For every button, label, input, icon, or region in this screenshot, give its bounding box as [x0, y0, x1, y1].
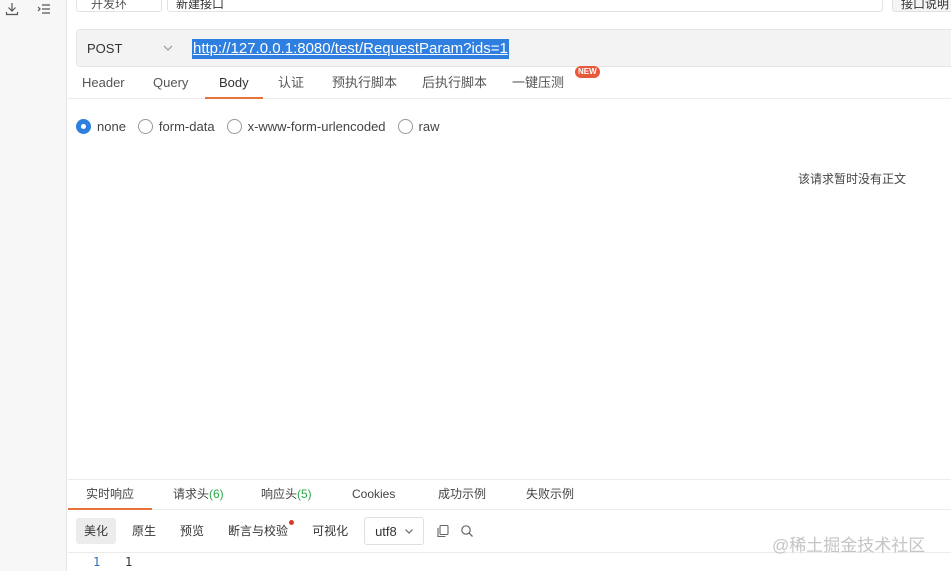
visualize-button[interactable]: 可视化 — [304, 518, 356, 544]
request-editor: 开发环 新建接口 接口说明 POST http://127.0.0.1:8080… — [67, 0, 951, 571]
radio-unchecked-icon — [137, 118, 153, 134]
method-select[interactable]: POST — [77, 30, 183, 66]
tab-cookies[interactable]: Cookies — [352, 480, 395, 509]
body-type-none-radio[interactable]: none — [76, 118, 126, 134]
tab-header[interactable]: Header — [82, 68, 125, 98]
encoding-label: utf8 — [375, 523, 397, 539]
api-name-input[interactable]: 新建接口 — [167, 0, 883, 12]
url-input[interactable]: http://127.0.0.1:8080/test/RequestParam?… — [192, 39, 509, 59]
copy-icon[interactable] — [432, 520, 454, 542]
body-type-form-data-radio[interactable]: form-data — [137, 118, 215, 134]
radio-label: x-www-form-urlencoded — [247, 118, 386, 134]
url-bar: POST http://127.0.0.1:8080/test/RequestP… — [76, 29, 951, 67]
top-row: 开发环 新建接口 接口说明 — [76, 0, 951, 12]
line-number: 1 — [93, 555, 101, 569]
body-type-raw-radio[interactable]: raw — [397, 118, 440, 134]
radio-unchecked-icon — [226, 118, 242, 134]
chevron-down-icon — [161, 41, 175, 55]
tab-label: 请求头 — [173, 487, 210, 501]
tab-failure-example[interactable]: 失败示例 — [526, 480, 574, 509]
count-badge: (5) — [297, 487, 312, 501]
tab-pre-script[interactable]: 预执行脚本 — [332, 68, 397, 98]
body-type-urlencoded-radio[interactable]: x-www-form-urlencoded — [226, 118, 386, 134]
body-type-group: none form-data x-www-form-urlencoded raw — [76, 117, 452, 135]
download-icon[interactable] — [4, 2, 20, 16]
radio-checked-icon — [76, 118, 91, 134]
tab-live-response[interactable]: 实时响应 — [67, 480, 153, 510]
response-tabs: 实时响应 请求头(6) 响应头(5) Cookies 成功示例 失败示例 — [67, 479, 951, 510]
notification-dot — [289, 520, 295, 525]
chevron-down-icon — [403, 525, 415, 537]
tab-label: 响应头 — [261, 487, 298, 501]
new-badge: NEW — [575, 66, 600, 78]
api-doc-button[interactable]: 接口说明 — [892, 0, 951, 12]
preview-button[interactable]: 预览 — [172, 518, 212, 544]
beautify-button[interactable]: 美化 — [76, 518, 117, 544]
tab-query[interactable]: Query — [153, 68, 188, 98]
tab-post-script[interactable]: 后执行脚本 — [422, 68, 487, 98]
request-tabs: Header Query Body 认证 预执行脚本 后执行脚本 一键压测 NE… — [68, 66, 951, 99]
tab-body[interactable]: Body — [205, 68, 263, 99]
tab-label: Cookies — [352, 487, 396, 501]
radio-label: raw — [418, 118, 440, 134]
radio-label: form-data — [158, 118, 215, 134]
count-badge: (6) — [209, 487, 224, 501]
search-icon[interactable] — [456, 520, 478, 542]
list-indent-icon[interactable] — [36, 2, 52, 16]
body-empty-message: 该请求暂时没有正文 — [798, 172, 907, 186]
encoding-select[interactable]: utf8 — [364, 517, 424, 545]
tab-success-example[interactable]: 成功示例 — [438, 480, 486, 509]
response-toolbar: 美化 原生 预览 断言与校验 可视化 utf8 — [76, 516, 480, 546]
line-content: 1 — [125, 555, 133, 569]
tab-auth[interactable]: 认证 — [278, 68, 304, 98]
assert-label: 断言与校验 — [228, 524, 289, 538]
radio-label: none — [97, 118, 126, 134]
tab-response-headers[interactable]: 响应头(5) — [261, 480, 312, 509]
environment-select[interactable]: 开发环 — [76, 0, 162, 12]
tab-stress-test[interactable]: 一键压测 — [512, 68, 564, 98]
tab-label: 成功示例 — [438, 487, 487, 501]
tab-label: 实时响应 — [86, 487, 135, 501]
watermark: @稀土掘金技术社区 — [772, 536, 926, 555]
left-rail — [0, 0, 67, 571]
method-label: POST — [87, 40, 123, 56]
raw-button[interactable]: 原生 — [124, 518, 164, 544]
tab-request-headers[interactable]: 请求头(6) — [173, 480, 224, 509]
radio-unchecked-icon — [397, 118, 413, 134]
tab-label: 失败示例 — [526, 487, 575, 501]
assert-button[interactable]: 断言与校验 — [220, 518, 296, 544]
